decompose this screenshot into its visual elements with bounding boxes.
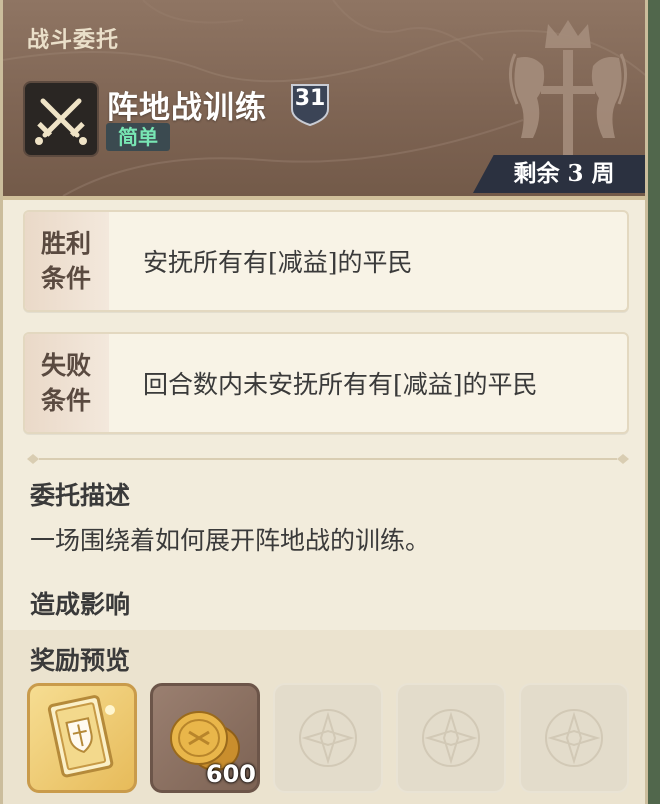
victory-tag: 胜利条件 (25, 212, 109, 310)
victory-condition-text: 安抚所有有[减益]的平民 (143, 248, 413, 277)
defeat-tag: 失败条件 (25, 334, 109, 432)
description-text: 一场围绕着如何展开阵地战的训练。 (30, 526, 431, 555)
mission-emblem (25, 83, 97, 155)
shield-book-icon (47, 695, 115, 778)
reward-slot-empty (273, 683, 383, 793)
defeat-condition-text: 回合数内未安抚所有有[减益]的平民 (143, 370, 538, 399)
defeat-tag-label: 失败条件 (41, 351, 92, 415)
reward-slot-empty (519, 683, 629, 793)
coin-reward-count: 600 (205, 760, 256, 788)
description-title: 委托描述 (30, 481, 131, 510)
reward-title: 奖励预览 (30, 646, 131, 675)
defeat-condition: 失败条件 回合数内未安抚所有有[减益]的平民 (23, 332, 629, 434)
empty-slot-icon (299, 709, 357, 767)
empty-slot-icon (422, 709, 480, 767)
impact-title: 造成影响 (30, 590, 131, 619)
mission-title: 阵地战训练 (107, 90, 267, 126)
difficulty-badge: 简单 (106, 123, 170, 151)
victory-tag-label: 胜利条件 (41, 229, 92, 293)
mission-category: 战斗委托 (27, 27, 120, 53)
level-badge: 31 (294, 86, 326, 111)
section-divider (27, 454, 629, 464)
crossed-swords-icon (35, 98, 87, 145)
mission-header: 战斗委托 阵地战训练 31 简单 剩余 3 周 (3, 0, 645, 200)
royal-crest-icon (509, 20, 627, 158)
time-remaining-badge: 剩余 3 周 (473, 155, 645, 193)
reward-slot-empty (396, 683, 506, 793)
reward-slot-book[interactable] (27, 683, 137, 793)
mission-panel: 战斗委托 阵地战训练 31 简单 剩余 3 周 胜利条件 安抚所有有[减益]的平… (0, 0, 648, 804)
empty-slot-icon (545, 709, 603, 767)
victory-condition: 胜利条件 安抚所有有[减益]的平民 (23, 210, 629, 312)
